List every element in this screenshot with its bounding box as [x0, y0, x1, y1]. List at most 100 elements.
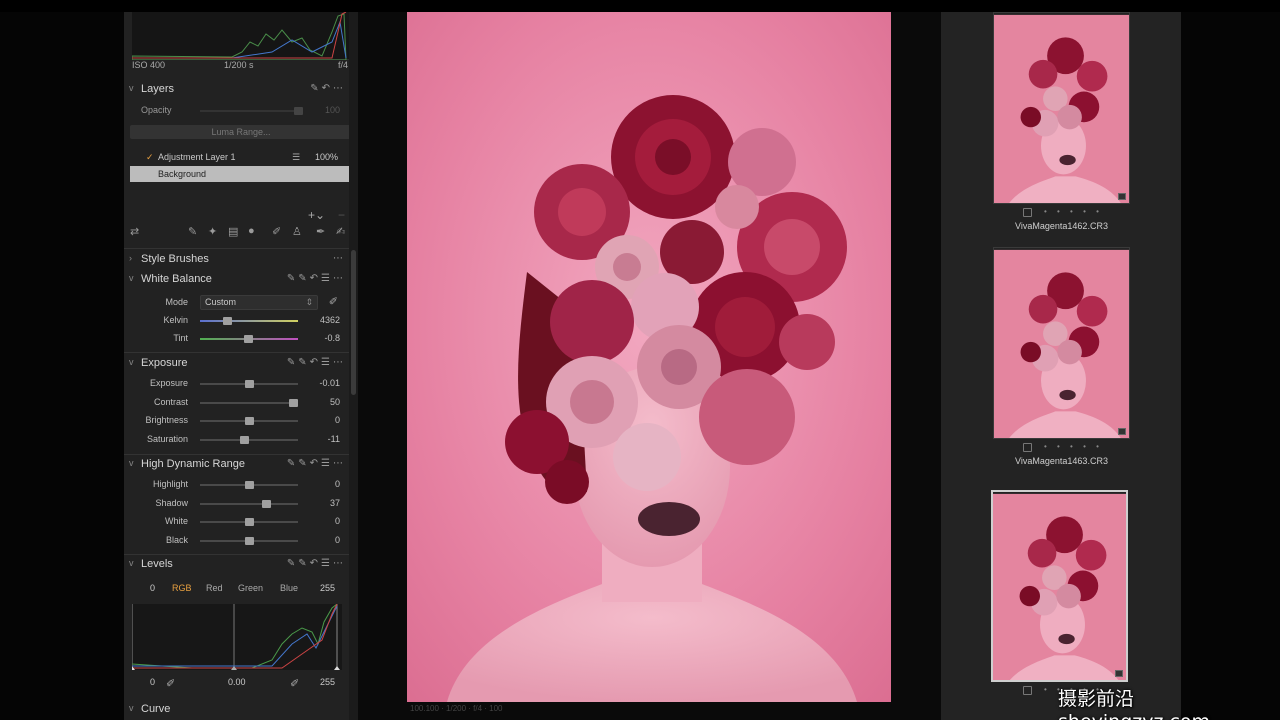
eyedropper-white-icon[interactable]: ✐: [290, 677, 299, 690]
slider-knob[interactable]: [245, 536, 254, 545]
levels-input-high[interactable]: 255: [320, 583, 335, 593]
rating-dots[interactable]: • • • • •: [1044, 442, 1103, 451]
tint-knob[interactable]: [244, 335, 254, 343]
tab-green[interactable]: Green: [238, 583, 263, 593]
slider-value[interactable]: 0: [300, 479, 340, 489]
slider-knob[interactable]: [240, 435, 250, 444]
levels-output-high[interactable]: 255: [320, 677, 335, 687]
slider-knob[interactable]: [261, 499, 271, 508]
white-balance-header[interactable]: v White Balance ✎✎↶☰⋯: [124, 270, 350, 290]
select-checkbox[interactable]: [1023, 443, 1032, 452]
auto-mask-icon[interactable]: ✍: [336, 225, 345, 238]
rating-dots[interactable]: • • • • •: [1044, 207, 1103, 216]
opacity-knob[interactable]: [294, 107, 303, 115]
thumbnail-image: [994, 14, 1129, 203]
exposure-title: Exposure: [141, 357, 188, 369]
layers-section-header[interactable]: v Layers ✎↶⋯: [124, 80, 350, 100]
more-icon[interactable]: ⋯: [333, 253, 346, 264]
section-menu-icons[interactable]: ✎✎↶☰⋯: [287, 458, 346, 469]
section-menu-icons[interactable]: ✎✎↶☰⋯: [287, 558, 346, 569]
remove-layer-button[interactable]: −: [338, 208, 345, 222]
slider-knob[interactable]: [245, 417, 254, 425]
luma-range-button[interactable]: Luma Range...: [130, 125, 352, 139]
slider-value[interactable]: 50: [300, 397, 340, 407]
slider-value[interactable]: -0.01: [300, 378, 340, 388]
gradient-icon[interactable]: ▤: [228, 225, 238, 238]
opacity-slider[interactable]: [200, 107, 303, 115]
thumbnail[interactable]: [993, 12, 1130, 204]
style-brushes-header[interactable]: › Style Brushes ⋯: [124, 250, 350, 270]
settings-icon[interactable]: ⇄: [130, 225, 139, 238]
slider-knob[interactable]: [245, 518, 254, 526]
slider-track[interactable]: [200, 417, 298, 425]
kelvin-knob[interactable]: [223, 317, 233, 325]
tint-value[interactable]: -0.8: [300, 333, 340, 343]
sliders-icon[interactable]: ☰: [292, 149, 300, 165]
kelvin-slider[interactable]: [200, 317, 298, 325]
tint-slider[interactable]: [200, 335, 298, 343]
add-layer-button[interactable]: +⌄: [308, 208, 325, 222]
tab-blue[interactable]: Blue: [280, 583, 298, 593]
levels-input-low[interactable]: 0: [150, 583, 155, 593]
slider-track[interactable]: [200, 518, 298, 526]
kelvin-value[interactable]: 4362: [300, 315, 340, 325]
levels-header[interactable]: v Levels ✎✎↶☰⋯: [124, 555, 350, 575]
hdr-slider-row: Shadow 37: [124, 495, 350, 513]
exposure-slider-row: Saturation -11: [124, 431, 350, 449]
divider: [124, 352, 350, 353]
slider-track[interactable]: [200, 481, 298, 489]
levels-output-low[interactable]: 0: [150, 677, 155, 687]
slider-value[interactable]: -11: [300, 434, 340, 444]
tools-scrollbar-thumb[interactable]: [351, 250, 356, 395]
slider-knob[interactable]: [289, 398, 299, 407]
chevron-down-icon[interactable]: v: [129, 558, 134, 568]
opacity-value[interactable]: 100: [300, 105, 340, 115]
levels-histogram[interactable]: [129, 603, 342, 670]
checkmark-icon[interactable]: ✓: [146, 149, 154, 165]
section-menu-icons[interactable]: ✎✎↶☰⋯: [287, 357, 346, 368]
slider-track[interactable]: [200, 398, 299, 407]
thumbnail[interactable]: [991, 490, 1128, 682]
section-menu-icons[interactable]: ✎✎↶☰⋯: [287, 273, 346, 284]
hdr-header[interactable]: v High Dynamic Range ✎✎↶☰⋯: [124, 455, 350, 475]
select-checkbox[interactable]: [1023, 208, 1032, 217]
chevron-right-icon[interactable]: ›: [129, 253, 132, 263]
tab-rgb[interactable]: RGB: [172, 583, 192, 593]
chevron-down-icon[interactable]: v: [129, 273, 134, 283]
slider-value[interactable]: 0: [300, 415, 340, 425]
levels-midpoint[interactable]: 0.00: [228, 677, 246, 687]
radial-icon[interactable]: ●: [248, 225, 255, 237]
chevron-down-icon[interactable]: v: [129, 357, 134, 367]
stamp-icon[interactable]: ♙: [292, 225, 302, 238]
tab-red[interactable]: Red: [206, 583, 223, 593]
wb-mode-select[interactable]: Custom ⇕: [200, 295, 318, 310]
layer-row-background[interactable]: Background: [130, 166, 354, 182]
chevron-down-icon[interactable]: v: [129, 458, 134, 468]
exposure-header[interactable]: v Exposure ✎✎↶☰⋯: [124, 354, 350, 374]
slider-track[interactable]: [200, 499, 298, 508]
eyedropper-black-icon[interactable]: ✐: [166, 677, 175, 690]
slider-track[interactable]: [200, 435, 298, 444]
chevron-down-icon[interactable]: v: [129, 703, 134, 713]
pen-icon[interactable]: ✒: [316, 225, 325, 238]
eyedropper-icon[interactable]: ✐: [329, 295, 338, 308]
slider-track[interactable]: [200, 536, 298, 545]
magic-brush-icon[interactable]: ✦: [208, 225, 217, 238]
slider-value[interactable]: 0: [300, 535, 340, 545]
section-menu-icons[interactable]: ✎↶⋯: [310, 83, 346, 94]
style-brushes-title: Style Brushes: [141, 253, 209, 265]
hdr-title: High Dynamic Range: [141, 458, 245, 470]
slider-knob[interactable]: [245, 481, 254, 489]
slider-knob[interactable]: [245, 380, 254, 388]
layer-row-adjustment[interactable]: ✓ Adjustment Layer 1 ☰ 100%: [130, 149, 354, 165]
slider-value[interactable]: 0: [300, 516, 340, 526]
curve-header[interactable]: v Curve: [124, 700, 350, 720]
chevron-down-icon[interactable]: v: [129, 83, 134, 93]
eraser-icon[interactable]: ✐: [272, 225, 281, 238]
select-checkbox[interactable]: [1023, 686, 1032, 695]
main-photo[interactable]: [407, 12, 891, 702]
slider-track[interactable]: [200, 380, 298, 388]
slider-value[interactable]: 37: [300, 498, 340, 508]
brush-icon[interactable]: ✎: [188, 225, 197, 238]
thumbnail[interactable]: [993, 247, 1130, 439]
